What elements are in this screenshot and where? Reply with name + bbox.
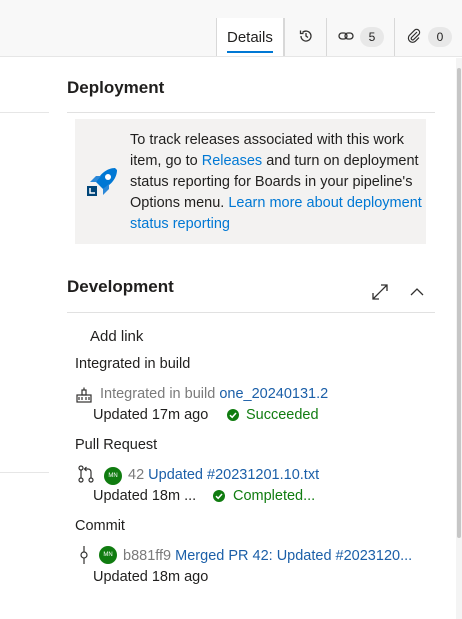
- commit-icon: [80, 546, 88, 564]
- releases-link[interactable]: Releases: [202, 153, 262, 169]
- pr-group-header: Pull Request: [75, 437, 158, 453]
- tab-details-label: Details: [227, 29, 273, 46]
- pr-updated-text: Updated 18m ...: [93, 488, 197, 504]
- expand-icon[interactable]: [371, 283, 389, 301]
- tab-links[interactable]: 5: [326, 18, 394, 56]
- build-prefix: Integrated in build: [100, 386, 216, 402]
- section-divider: [67, 312, 435, 313]
- build-updated-text: Updated 17m ago: [93, 407, 209, 423]
- commit-hash: b881ff9: [123, 548, 172, 564]
- pr-link[interactable]: Updated #20231201.10.txt: [148, 467, 319, 483]
- attachments-count-badge: 0: [428, 27, 452, 47]
- build-link-row: Integrated in build one_20240131.2: [100, 386, 328, 402]
- success-check-icon: [227, 409, 239, 421]
- rocket-icon: [87, 168, 117, 196]
- commit-link[interactable]: Merged PR 42: Updated #2023120...: [175, 548, 412, 564]
- tab-history[interactable]: [284, 18, 326, 56]
- pull-request-icon: [78, 465, 94, 483]
- deployment-info-text: To track releases associated with this w…: [130, 130, 422, 235]
- scrollbar-thumb[interactable]: [457, 68, 461, 538]
- success-check-icon: [213, 490, 225, 502]
- build-status-text: Succeeded: [246, 407, 319, 423]
- build-pipeline-icon: [76, 387, 92, 403]
- left-panel-divider: [0, 112, 49, 113]
- collapse-chevron-up-icon[interactable]: [410, 287, 424, 297]
- commit-updated-text: Updated 18m ago: [93, 569, 209, 585]
- left-panel-divider: [0, 472, 49, 473]
- avatar: MN: [104, 467, 122, 485]
- commit-link-row: b881ff9 Merged PR 42: Updated #2023120..…: [123, 548, 412, 564]
- pr-number: 42: [128, 467, 145, 483]
- link-icon: [338, 32, 354, 40]
- build-link[interactable]: one_20240131.2: [219, 386, 328, 402]
- tab-details[interactable]: Details: [216, 18, 284, 56]
- add-link-button[interactable]: Add link: [90, 328, 143, 345]
- build-group-header: Integrated in build: [75, 356, 191, 372]
- pr-status-text: Completed...: [233, 488, 316, 504]
- commit-group-header: Commit: [75, 518, 125, 534]
- pr-link-row: 42 Updated #20231201.10.txt: [128, 467, 319, 483]
- avatar: MN: [99, 546, 117, 564]
- history-icon: [299, 30, 312, 42]
- section-divider: [67, 112, 435, 113]
- tab-active-indicator: [227, 51, 273, 53]
- links-count-badge: 5: [360, 27, 384, 47]
- paperclip-icon: [407, 28, 421, 43]
- tab-attachments[interactable]: 0: [394, 18, 462, 56]
- development-section-title: Development: [67, 277, 174, 296]
- deployment-section-title: Deployment: [67, 78, 165, 97]
